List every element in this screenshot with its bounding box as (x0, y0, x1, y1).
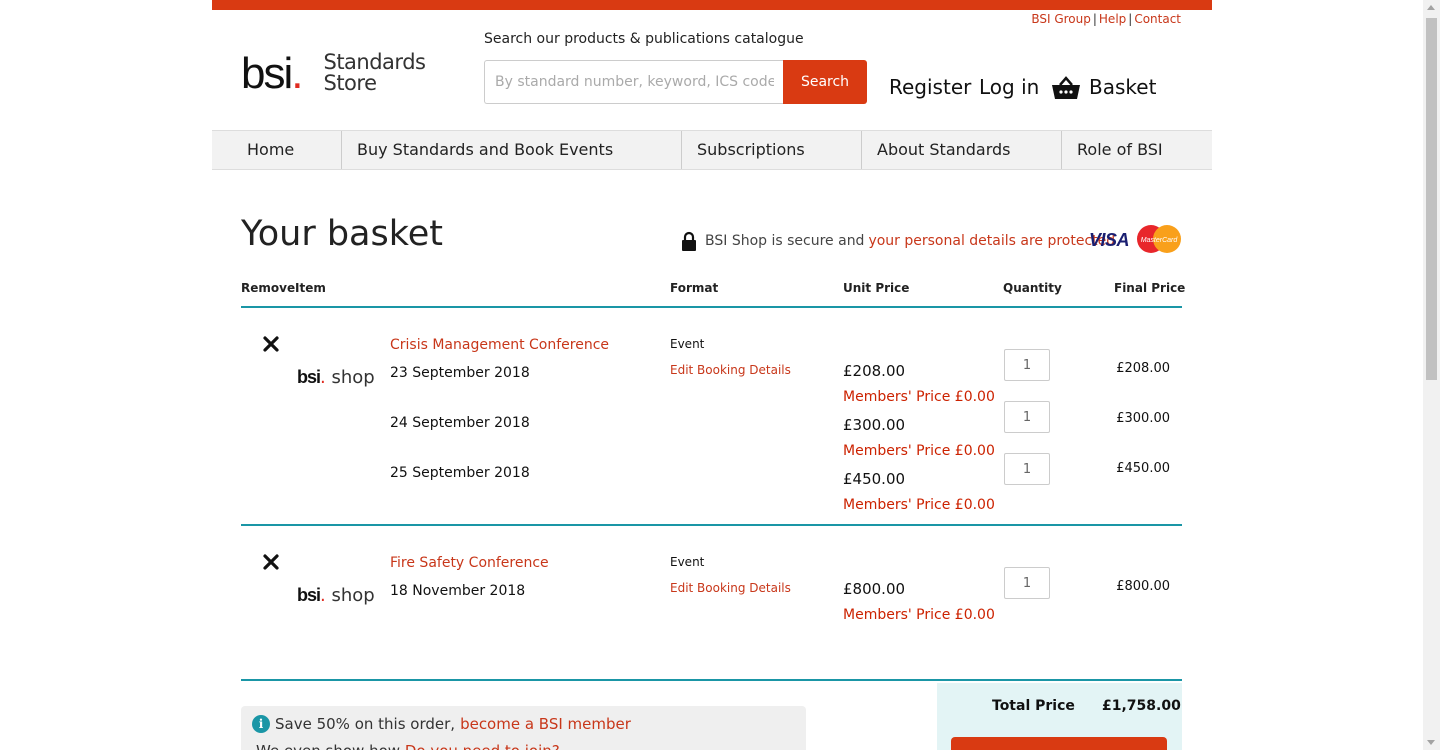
promo-line: i Save 50% on this order, become a BSI m… (252, 715, 631, 733)
bsi-shop-logo: bsi. shop (297, 367, 375, 388)
page-title: Your basket (241, 214, 444, 254)
total-value: £1,758.00 (1102, 698, 1181, 714)
search-label: Search our products & publications catal… (484, 31, 804, 47)
item-format: Event (670, 337, 705, 351)
item-format: Event (670, 555, 705, 569)
members-price: Members' Price £0.00 (843, 607, 995, 623)
members-price: Members' Price £0.00 (843, 497, 995, 513)
unit-price: £300.00 (843, 416, 906, 434)
search-input[interactable] (484, 60, 784, 104)
scrollbar[interactable] (1423, 0, 1440, 750)
visa-logo: VISA (1089, 230, 1130, 250)
col-item: Item (295, 281, 326, 295)
final-price: £300.00 (1116, 411, 1170, 426)
col-quantity: Quantity (1003, 281, 1062, 295)
register-link[interactable]: Register (889, 75, 971, 99)
become-member-link[interactable]: become a BSI member (460, 715, 631, 733)
unit-price: £208.00 (843, 362, 906, 380)
nav-item-home[interactable]: Home (212, 131, 342, 169)
promo-text: Save 50% on this order, (275, 715, 456, 733)
nav-item-role-of-bsi[interactable]: Role of BSI (1062, 131, 1212, 169)
secure-notice: BSI Shop is secure and your personal det… (681, 231, 1115, 251)
bsi-logo[interactable]: bsi. Standards Store (241, 49, 426, 98)
basket-icon[interactable] (1051, 75, 1081, 101)
members-price: Members' Price £0.00 (843, 389, 995, 405)
col-final-price: Final Price (1114, 281, 1186, 295)
svg-text:MasterCard: MasterCard (1141, 237, 1179, 244)
event-date: 23 September 2018 (390, 365, 530, 381)
remove-item-icon[interactable] (262, 335, 280, 353)
event-date: 18 November 2018 (390, 583, 526, 599)
event-date: 24 September 2018 (390, 415, 530, 431)
info-icon: i (252, 715, 270, 733)
nav-item-buy-standards[interactable]: Buy Standards and Book Events (342, 131, 682, 169)
basket-link[interactable]: Basket (1089, 75, 1156, 99)
quantity-input[interactable] (1004, 567, 1050, 599)
final-price: £450.00 (1116, 461, 1170, 476)
quantity-input[interactable] (1004, 349, 1050, 381)
total-label: Total Price (992, 698, 1075, 714)
logo-wordmark: bsi. (241, 49, 304, 98)
promo-text-2: We even show how (256, 742, 400, 750)
mastercard-icon: MasterCard (1137, 225, 1181, 253)
col-unit-price: Unit Price (843, 281, 910, 295)
divider (241, 306, 1182, 308)
unit-price: £450.00 (843, 470, 906, 488)
separator: | (1092, 12, 1097, 26)
edit-booking-link[interactable]: Edit Booking Details (670, 363, 791, 377)
event-date: 25 September 2018 (390, 465, 530, 481)
quantity-input[interactable] (1004, 453, 1050, 485)
col-remove: Remove (241, 281, 296, 295)
bsi-shop-logo: bsi. shop (297, 585, 375, 606)
scroll-down-icon[interactable] (1427, 740, 1435, 745)
secure-text: BSI Shop is secure and (705, 233, 865, 249)
lock-icon (682, 231, 696, 251)
nav-item-subscriptions[interactable]: Subscriptions (682, 131, 862, 169)
utility-links: BSI Group | Help | Contact (1031, 12, 1181, 26)
promo-line-2: We even show how Do you need to join? (256, 742, 560, 750)
logo-store-text: Standards Store (323, 50, 426, 95)
divider (241, 679, 1182, 681)
help-link[interactable]: Help (1099, 12, 1126, 26)
col-format: Format (670, 281, 719, 295)
edit-booking-link[interactable]: Edit Booking Details (670, 581, 791, 595)
promo-link-2[interactable]: Do you need to join? (405, 742, 560, 750)
search-button[interactable]: Search (783, 60, 867, 104)
item-title-link[interactable]: Fire Safety Conference (390, 555, 549, 571)
scroll-up-icon[interactable] (1427, 5, 1435, 10)
nav-item-about-standards[interactable]: About Standards (862, 131, 1062, 169)
main-nav: Home Buy Standards and Book Events Subsc… (212, 130, 1212, 170)
privacy-link[interactable]: your personal details are protected (868, 233, 1115, 249)
final-price: £800.00 (1116, 579, 1170, 594)
final-price: £208.00 (1116, 361, 1170, 376)
contact-link[interactable]: Contact (1134, 12, 1181, 26)
login-link[interactable]: Log in (979, 75, 1039, 99)
unit-price: £800.00 (843, 580, 906, 598)
top-accent-bar (212, 0, 1212, 10)
separator: | (1128, 12, 1133, 26)
members-price: Members' Price £0.00 (843, 443, 995, 459)
quantity-input[interactable] (1004, 401, 1050, 433)
divider (241, 524, 1182, 526)
remove-item-icon[interactable] (262, 553, 280, 571)
bsi-group-link[interactable]: BSI Group (1031, 12, 1091, 26)
item-title-link[interactable]: Crisis Management Conference (390, 337, 609, 353)
scrollbar-thumb[interactable] (1426, 18, 1437, 380)
checkout-button[interactable] (951, 737, 1167, 750)
